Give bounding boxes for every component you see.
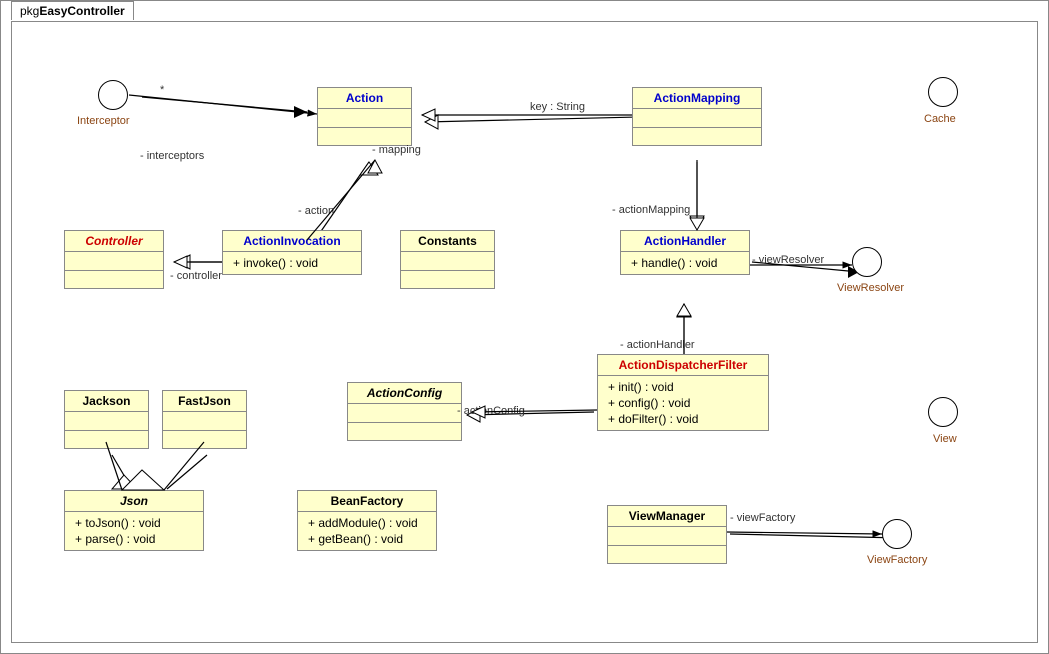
controller-section bbox=[65, 270, 163, 288]
actionconfig-section bbox=[348, 422, 461, 440]
keystring-label: key : String bbox=[530, 101, 585, 113]
beanfactory-header: BeanFactory bbox=[298, 491, 436, 512]
cache-label: Cache bbox=[924, 113, 956, 125]
actionmapping-header: ActionMapping bbox=[633, 88, 761, 109]
beanfactory-body: + addModule() : void + getBean() : void bbox=[298, 512, 436, 550]
actionmapping-section bbox=[633, 127, 761, 145]
actioninvocation-class: ActionInvocation + invoke() : void bbox=[222, 230, 362, 275]
viewfactory-label: ViewFactory bbox=[867, 554, 927, 566]
cache-lollipop bbox=[928, 77, 958, 107]
viewmanager-body bbox=[608, 527, 726, 545]
actionhandler-label: - actionHandler bbox=[620, 339, 695, 351]
viewmanager-header: ViewManager bbox=[608, 506, 726, 527]
action-label: - action bbox=[298, 205, 334, 217]
beanfactory-method1: + addModule() : void bbox=[304, 515, 430, 531]
constants-section bbox=[401, 270, 494, 288]
actionhandler-header: ActionHandler bbox=[621, 231, 749, 252]
adf-method3: + doFilter() : void bbox=[604, 411, 762, 427]
action-section bbox=[318, 127, 411, 145]
json-header: Json bbox=[65, 491, 203, 512]
action-body bbox=[318, 109, 411, 127]
actioninvocation-method: + invoke() : void bbox=[229, 255, 355, 271]
asterisk-label: * bbox=[160, 84, 164, 96]
view-label: View bbox=[933, 433, 957, 445]
diagram-container: pkgEasyController bbox=[0, 0, 1049, 654]
pkg-keyword: pkg bbox=[20, 4, 39, 18]
actionhandler-body: + handle() : void bbox=[621, 252, 749, 274]
jackson-section bbox=[65, 430, 148, 448]
diagram-border: Interceptor Cache ViewResolver View View… bbox=[11, 21, 1038, 643]
interceptors-label: - interceptors bbox=[140, 150, 204, 162]
json-class: Json + toJson() : void + parse() : void bbox=[64, 490, 204, 551]
actionconfig-class: ActionConfig bbox=[347, 382, 462, 441]
jackson-header: Jackson bbox=[65, 391, 148, 412]
jackson-body bbox=[65, 412, 148, 430]
actionconfig-label: - actionConfig bbox=[457, 405, 525, 417]
interceptor-lollipop bbox=[98, 80, 128, 110]
adf-method1: + init() : void bbox=[604, 379, 762, 395]
adf-method2: + config() : void bbox=[604, 395, 762, 411]
view-lollipop bbox=[928, 397, 958, 427]
viewresolver-label: ViewResolver bbox=[837, 282, 904, 294]
fastjson-body bbox=[163, 412, 246, 430]
actionconfig-header: ActionConfig bbox=[348, 383, 461, 404]
actionconfig-body bbox=[348, 404, 461, 422]
viewmanager-section bbox=[608, 545, 726, 563]
actioninvocation-body: + invoke() : void bbox=[223, 252, 361, 274]
json-method1: + toJson() : void bbox=[71, 515, 197, 531]
constants-header: Constants bbox=[401, 231, 494, 252]
actiondispatcherfilter-body: + init() : void + config() : void + doFi… bbox=[598, 376, 768, 430]
mapping-label: - mapping bbox=[372, 144, 421, 156]
json-body: + toJson() : void + parse() : void bbox=[65, 512, 203, 550]
viewresolver-lollipop bbox=[852, 247, 882, 277]
actionmapping-label: - actionMapping bbox=[612, 204, 690, 216]
viewresolver-label: - viewResolver bbox=[752, 254, 824, 266]
actiondispatcherfilter-class: ActionDispatcherFilter + init() : void +… bbox=[597, 354, 769, 431]
controller-class: Controller bbox=[64, 230, 164, 289]
actionmapping-body bbox=[633, 109, 761, 127]
interceptor-label: Interceptor bbox=[77, 115, 130, 127]
json-method2: + parse() : void bbox=[71, 531, 197, 547]
controller-body bbox=[65, 252, 163, 270]
beanfactory-method2: + getBean() : void bbox=[304, 531, 430, 547]
constants-body bbox=[401, 252, 494, 270]
action-class: Action bbox=[317, 87, 412, 146]
beanfactory-class: BeanFactory + addModule() : void + getBe… bbox=[297, 490, 437, 551]
actionhandler-class: ActionHandler + handle() : void bbox=[620, 230, 750, 275]
actionhandler-method: + handle() : void bbox=[627, 255, 743, 271]
viewfactory-label: - viewFactory bbox=[730, 512, 795, 524]
actionmapping-class: ActionMapping bbox=[632, 87, 762, 146]
pkg-tab: pkgEasyController bbox=[11, 1, 134, 20]
controller-header: Controller bbox=[65, 231, 163, 252]
constants-class: Constants bbox=[400, 230, 495, 289]
pkg-name: EasyController bbox=[39, 4, 124, 18]
fastjson-class: FastJson bbox=[162, 390, 247, 449]
viewmanager-class: ViewManager bbox=[607, 505, 727, 564]
actioninvocation-header: ActionInvocation bbox=[223, 231, 361, 252]
jackson-class: Jackson bbox=[64, 390, 149, 449]
controller-label: - controller bbox=[170, 270, 222, 282]
action-header: Action bbox=[318, 88, 411, 109]
fastjson-header: FastJson bbox=[163, 391, 246, 412]
actiondispatcherfilter-header: ActionDispatcherFilter bbox=[598, 355, 768, 376]
viewfactory-lollipop bbox=[882, 519, 912, 549]
fastjson-section bbox=[163, 430, 246, 448]
